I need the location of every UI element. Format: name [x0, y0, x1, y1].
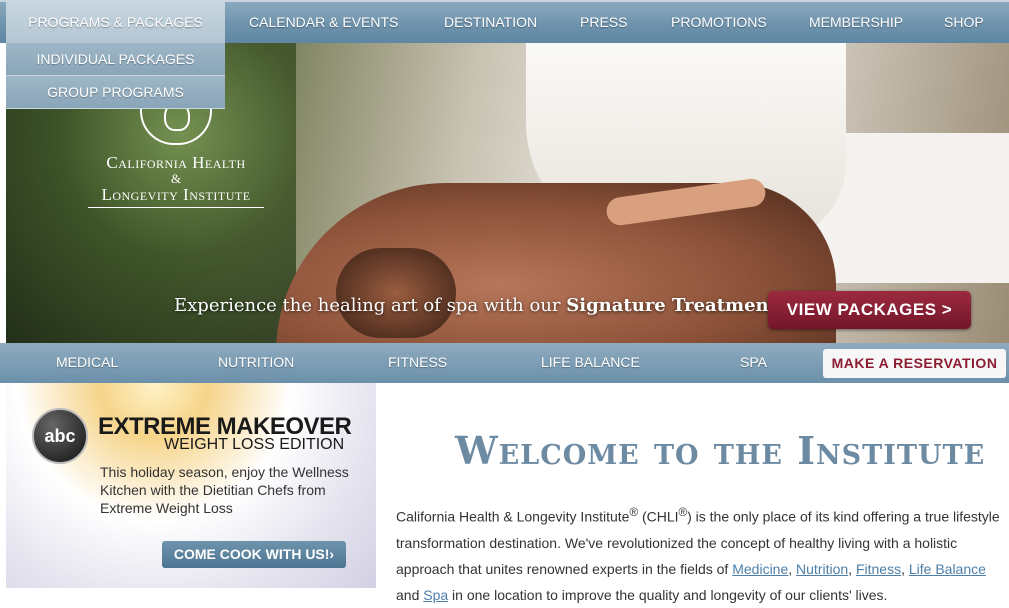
- promo-subtitle: WEIGHT LOSS EDITION: [164, 436, 345, 453]
- nav-shop[interactable]: SHOP: [944, 2, 984, 43]
- link-nutrition[interactable]: Nutrition: [796, 561, 848, 577]
- view-packages-button[interactable]: VIEW PACKAGES >: [768, 291, 971, 329]
- programs-dropdown: INDIVIDUAL PACKAGES GROUP PROGRAMS: [6, 43, 225, 109]
- registered-mark: ®: [629, 506, 639, 519]
- separator-and: and: [396, 586, 424, 603]
- secondary-navigation: MEDICAL NUTRITION FITNESS LIFE BALANCE S…: [0, 343, 1009, 383]
- logo-line-1: California Health: [106, 153, 246, 172]
- nav-destination[interactable]: DESTINATION: [444, 2, 537, 43]
- nav-medical[interactable]: MEDICAL: [56, 343, 118, 383]
- top-navigation: PROGRAMS & PACKAGES CALENDAR & EVENTS DE…: [0, 0, 1009, 43]
- link-spa[interactable]: Spa: [423, 587, 448, 603]
- nav-promotions[interactable]: PROMOTIONS: [671, 2, 767, 43]
- nav-press[interactable]: PRESS: [580, 2, 627, 43]
- nav-programs-packages[interactable]: PROGRAMS & PACKAGES: [6, 2, 225, 43]
- dropdown-item-individual-packages[interactable]: INDIVIDUAL PACKAGES: [6, 43, 225, 76]
- logo-line-3: Longevity Institute: [101, 185, 251, 204]
- link-medicine[interactable]: Medicine: [732, 561, 788, 577]
- welcome-heading: Welcome to the Institute: [455, 428, 986, 473]
- dropdown-item-group-programs[interactable]: GROUP PROGRAMS: [6, 76, 225, 109]
- nav-nutrition[interactable]: NUTRITION: [218, 343, 294, 383]
- intro-text-2: (CHLI: [638, 508, 679, 525]
- intro-text-1: California Health & Longevity Institute: [396, 508, 630, 525]
- come-cook-button[interactable]: COME COOK WITH US!›: [162, 541, 346, 568]
- promo-panel[interactable]: abc EXTREME MAKEOVER WEIGHT LOSS EDITION…: [6, 383, 376, 588]
- nav-fitness[interactable]: FITNESS: [388, 343, 447, 383]
- hero-tagline: Experience the healing art of spa with o…: [174, 295, 787, 316]
- nav-spa[interactable]: SPA: [740, 343, 767, 383]
- tagline-text: Experience the healing art of spa with o…: [174, 295, 567, 316]
- separator: ,: [901, 560, 909, 577]
- hero-client-head: [336, 248, 456, 338]
- site-logo[interactable]: California Health & Longevity Institute: [76, 93, 276, 210]
- welcome-intro: California Health & Longevity Institute®…: [396, 500, 1002, 608]
- intro-text-4: in one location to improve the quality a…: [448, 586, 888, 603]
- nav-calendar-events[interactable]: CALENDAR & EVENTS: [249, 2, 398, 43]
- make-reservation-button[interactable]: MAKE A RESERVATION: [823, 349, 1006, 378]
- logo-line-2: &: [170, 171, 182, 186]
- nav-membership[interactable]: MEMBERSHIP: [809, 2, 903, 43]
- separator: ,: [848, 560, 856, 577]
- link-life-balance[interactable]: Life Balance: [909, 561, 986, 577]
- logo-rule: [88, 207, 264, 208]
- nav-life-balance[interactable]: LIFE BALANCE: [541, 343, 640, 383]
- registered-mark-2: ®: [678, 506, 688, 519]
- abc-logo: abc: [32, 408, 88, 464]
- promo-text: This holiday season, enjoy the Wellness …: [100, 464, 349, 516]
- tagline-bold: Signature Treatments: [566, 295, 788, 316]
- link-fitness[interactable]: Fitness: [856, 561, 901, 577]
- separator: ,: [788, 560, 797, 577]
